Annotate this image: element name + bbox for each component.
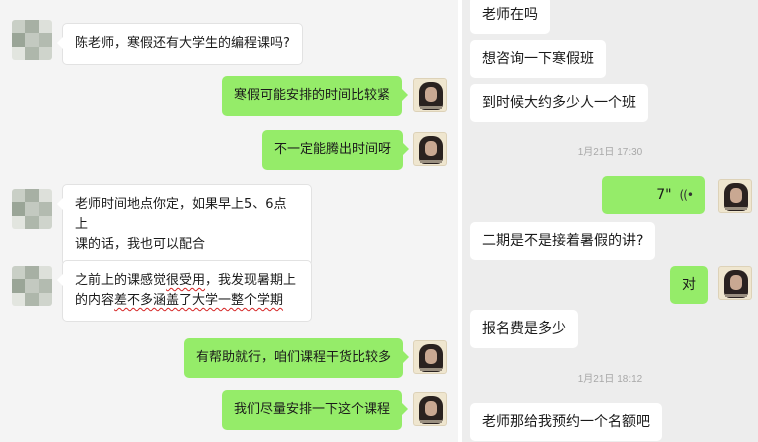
- text-segment: 之前上的课感觉: [75, 273, 167, 288]
- message-text: 有帮助就行，咱们课程干货比较多: [196, 350, 392, 365]
- message-timestamp: 1月21日 18:12: [577, 374, 643, 385]
- message-bubble[interactable]: 老师在吗: [470, 0, 550, 34]
- message-bubble[interactable]: 陈老师，寒假还有大学生的编程课吗?: [57, 23, 303, 65]
- voice-wave-icon: ((•: [679, 188, 694, 202]
- message-text: 寒假可能安排的时间比较紧: [234, 88, 391, 103]
- message-bubble[interactable]: 想咨询一下寒假班: [470, 40, 606, 78]
- message-text: 二期是不是接着暑假的讲?: [482, 233, 644, 249]
- text-segment: ，我发现暑期上: [205, 273, 297, 288]
- highlighted-text: 很受用: [166, 273, 206, 288]
- message-text-line: 之前上的课感觉很受用，我发现暑期上: [75, 271, 299, 291]
- left-chat-panel: 陈老师，寒假还有大学生的编程课吗? 寒假可能安排的时间比较紧 不一定能腾出时间呀…: [0, 0, 458, 442]
- teacher-avatar[interactable]: [413, 78, 447, 112]
- right-chat-panel: 老师在吗 想咨询一下寒假班 到时候大约多少人一个班 1月21日 17:30 7"…: [462, 0, 758, 442]
- message-text: 陈老师，寒假还有大学生的编程课吗?: [75, 36, 290, 51]
- message-text: 想咨询一下寒假班: [482, 51, 594, 67]
- message-bubble[interactable]: 二期是不是接着暑假的讲?: [470, 222, 656, 260]
- message-text: 不一定能腾出时间呀: [274, 142, 392, 157]
- message-bubble[interactable]: 有帮助就行，咱们课程干货比较多: [184, 338, 410, 378]
- voice-message-bubble[interactable]: 7" ((•: [602, 176, 705, 214]
- message-bubble[interactable]: 老师时间地点你定，如果早上5、6点上 课的话，我也可以配合: [57, 184, 312, 266]
- teacher-avatar[interactable]: [718, 266, 752, 300]
- text-segment: 的内容: [75, 293, 115, 308]
- message-timestamp: 1月21日 17:30: [577, 147, 643, 158]
- message-text: 到时候大约多少人一个班: [482, 95, 636, 111]
- message-text-line: 课的话，我也可以配合: [75, 237, 206, 252]
- message-text-line: 老师时间地点你定，如果早上5、6点上: [75, 197, 287, 232]
- message-text: 对: [682, 277, 696, 293]
- teacher-avatar[interactable]: [413, 132, 447, 166]
- message-text: 我们尽量安排一下这个课程: [234, 402, 391, 417]
- message-text-line: 的内容差不多涵盖了大学一整个学期: [75, 291, 299, 311]
- contact-avatar[interactable]: [12, 189, 52, 229]
- message-text: 报名费是多少: [482, 321, 566, 337]
- message-bubble[interactable]: 对: [670, 266, 708, 304]
- message-text: 老师那给我预约一个名额吧: [482, 414, 650, 430]
- teacher-avatar[interactable]: [718, 179, 752, 213]
- message-bubble[interactable]: 之前上的课感觉很受用，我发现暑期上 的内容差不多涵盖了大学一整个学期: [57, 260, 312, 322]
- teacher-avatar[interactable]: [413, 340, 447, 374]
- contact-avatar[interactable]: [12, 20, 52, 60]
- teacher-avatar[interactable]: [413, 392, 447, 426]
- message-bubble[interactable]: 老师那给我预约一个名额吧: [470, 403, 662, 441]
- highlighted-text: 差不多涵盖了大学一整个学期: [114, 293, 284, 308]
- message-bubble[interactable]: 我们尽量安排一下这个课程: [222, 390, 409, 430]
- message-bubble[interactable]: 不一定能腾出时间呀: [262, 130, 410, 170]
- message-text: 老师在吗: [482, 7, 538, 23]
- message-bubble[interactable]: 寒假可能安排的时间比较紧: [222, 76, 409, 116]
- contact-avatar[interactable]: [12, 266, 52, 306]
- message-bubble[interactable]: 到时候大约多少人一个班: [470, 84, 648, 122]
- voice-duration: 7": [656, 187, 672, 203]
- message-bubble[interactable]: 报名费是多少: [470, 310, 578, 348]
